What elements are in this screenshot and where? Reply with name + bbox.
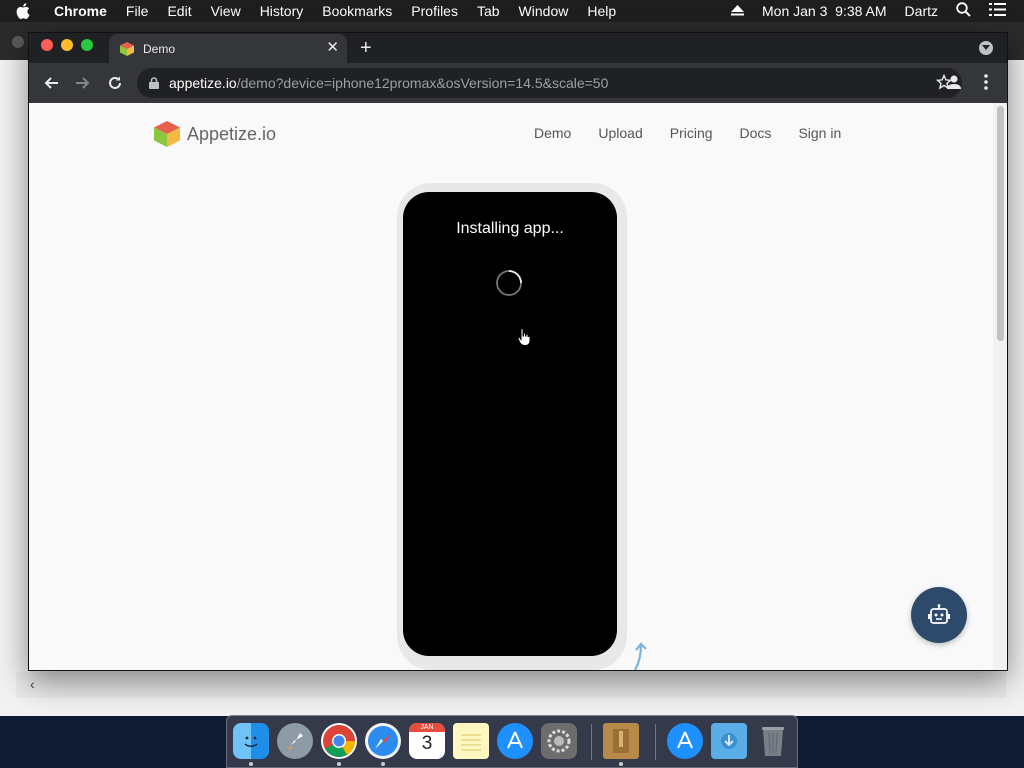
chrome-running-indicator (337, 762, 341, 766)
tab-search-icon[interactable] (979, 41, 993, 55)
archive-running-indicator (619, 762, 623, 766)
app-store-icon[interactable] (497, 723, 533, 759)
apple-menu-icon[interactable] (16, 3, 40, 19)
dock-separator (591, 724, 592, 760)
scrollbar-thumb[interactable] (997, 106, 1004, 341)
menu-file[interactable]: File (126, 3, 149, 19)
url-host: appetize.io (169, 75, 237, 91)
robot-icon (928, 604, 950, 624)
calendar-day: 3 (421, 733, 433, 754)
spotlight-search-icon[interactable] (956, 2, 971, 20)
window-close-button[interactable] (41, 39, 53, 51)
archive-icon[interactable] (603, 723, 639, 759)
page-scrollbar[interactable] (993, 103, 1007, 670)
dock: JAN 3 (226, 715, 798, 768)
profile-icon[interactable] (945, 73, 963, 96)
control-center-icon[interactable] (989, 3, 1006, 19)
nav-sign-in[interactable]: Sign in (798, 125, 841, 141)
safari-running-indicator (381, 762, 385, 766)
chat-bot-button[interactable] (911, 587, 967, 643)
menu-window[interactable]: Window (519, 3, 569, 19)
lock-icon[interactable] (149, 77, 159, 89)
menu-profiles[interactable]: Profiles (411, 3, 458, 19)
installing-status-text: Installing app... (456, 220, 564, 237)
downloads-folder-icon[interactable] (711, 723, 747, 759)
notes-icon[interactable] (453, 723, 489, 759)
chevron-left-icon[interactable]: ‹ (30, 676, 35, 692)
appetize-logo-icon (154, 121, 180, 147)
nav-docs[interactable]: Docs (740, 125, 772, 141)
menu-view[interactable]: View (211, 3, 241, 19)
nav-demo[interactable]: Demo (534, 125, 571, 141)
tab-strip: Demo ✕ + (29, 33, 1007, 63)
reload-icon[interactable] (105, 73, 125, 93)
menu-bar: Chrome File Edit View History Bookmarks … (0, 0, 1024, 22)
hand-cursor-icon (517, 328, 531, 346)
menubar-user[interactable]: Dartz (905, 3, 938, 19)
chrome-icon[interactable] (321, 723, 357, 759)
tab-demo[interactable]: Demo ✕ (109, 34, 347, 63)
calendar-icon[interactable]: JAN 3 (409, 723, 445, 759)
new-tab-icon[interactable]: + (360, 37, 372, 59)
menu-app-name[interactable]: Chrome (54, 3, 107, 19)
more-menu-icon[interactable] (983, 73, 989, 96)
safari-icon[interactable] (365, 723, 401, 759)
background-window-footer (16, 672, 1006, 698)
page-viewport: Appetize.io Demo Upload Pricing Docs Sig… (29, 103, 1007, 670)
tab-title: Demo (143, 41, 176, 56)
menu-bookmarks[interactable]: Bookmarks (322, 3, 392, 19)
tab-close-icon[interactable]: ✕ (326, 39, 339, 57)
browser-window: Demo ✕ + appetize.io/demo?device=iphone1… (28, 32, 1008, 671)
site-logo[interactable]: Appetize.io (152, 119, 276, 149)
back-arrow-icon[interactable] (41, 73, 61, 93)
app-store-folder-icon[interactable] (667, 723, 703, 759)
window-zoom-button[interactable] (81, 39, 93, 51)
finder-icon[interactable] (233, 723, 269, 759)
window-minimize-button[interactable] (61, 39, 73, 51)
device-screen[interactable] (403, 192, 617, 656)
trash-icon[interactable] (755, 723, 791, 759)
appetize-favicon-icon (119, 41, 135, 57)
calendar-month: JAN (409, 723, 445, 732)
loading-spinner-icon (496, 270, 522, 296)
menu-help[interactable]: Help (587, 3, 616, 19)
url-path: /demo?device=iphone12promax&osVersion=14… (236, 75, 609, 91)
forward-arrow-icon[interactable] (73, 73, 93, 93)
system-preferences-icon[interactable] (541, 723, 577, 759)
menu-tab[interactable]: Tab (477, 3, 500, 19)
launchpad-icon[interactable] (277, 723, 313, 759)
menu-edit[interactable]: Edit (167, 3, 191, 19)
swipe-up-arrow-icon (634, 642, 647, 670)
nav-upload[interactable]: Upload (598, 125, 642, 141)
eject-icon[interactable] (731, 3, 745, 19)
nav-pricing[interactable]: Pricing (670, 125, 713, 141)
site-navigation: Demo Upload Pricing Docs Sign in (534, 125, 868, 141)
logo-text: Appetize.io (187, 123, 277, 144)
finder-running-indicator (249, 762, 253, 766)
menubar-datetime[interactable]: Mon Jan 3 9:38 AM (762, 3, 887, 19)
menu-history[interactable]: History (260, 3, 304, 19)
dock-separator-2 (655, 724, 656, 760)
browser-toolbar: appetize.io/demo?device=iphone12promax&o… (29, 63, 1007, 103)
address-bar[interactable]: appetize.io/demo?device=iphone12promax&o… (137, 68, 962, 98)
background-window-close-icon[interactable] (12, 36, 24, 48)
